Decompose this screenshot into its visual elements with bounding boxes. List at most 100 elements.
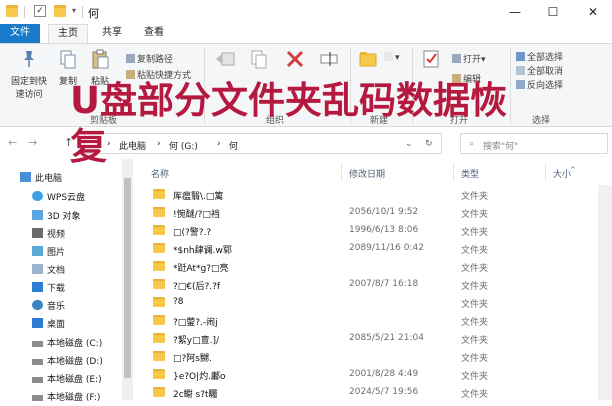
file-type: 文件夹 (461, 246, 489, 256)
file-row[interactable]: }e?O|灼.鄘o 2001/8/28 4:49 文件夹 (133, 365, 612, 384)
file-name: 2c鳚 s?t矚 (173, 390, 218, 400)
nav-item-label: 本地磁盘 (F:) (47, 393, 101, 403)
file-name: *跹At*g?□亮 (173, 264, 229, 274)
nav-item-drive-c[interactable]: 本地磁盘 (C:) (32, 336, 102, 352)
file-date: 2001/8/28 4:49 (349, 369, 419, 379)
file-row[interactable]: *跹At*g?□亮 文件夹 (133, 257, 612, 276)
new-folder-button[interactable] (356, 48, 380, 74)
delete-icon (286, 50, 304, 68)
file-type: 文件夹 (461, 300, 489, 310)
file-row[interactable]: 厍瘟翳\.□篱 文件夹 (133, 185, 612, 204)
overlay-line-1: U盘部分文件夹乱码数据恢 (70, 79, 508, 122)
forward-button[interactable]: → (28, 136, 37, 149)
nav-pane-scrollbar-thumb[interactable] (124, 178, 131, 378)
minimize-button[interactable]: — (496, 0, 534, 24)
back-button[interactable]: ← (8, 136, 17, 149)
overlay-headline: U盘部分文件夹乱码数据恢 复 (70, 78, 590, 170)
folder-icon (153, 279, 165, 289)
pin-icon (24, 51, 34, 67)
file-date: 2056/10/1 9:52 (349, 207, 419, 217)
nav-item-documents[interactable]: 文档 (32, 263, 65, 279)
properties-icon[interactable]: ✓ (34, 5, 46, 17)
file-row[interactable]: □?阿s嬲. 文件夹 (133, 347, 612, 366)
pin-to-quick-access-button[interactable]: 固定到快 速访问 (8, 48, 50, 100)
copy-path-label: 复制路径 (137, 55, 174, 65)
file-row[interactable]: ?□蓥?.-闹j 文件夹 (133, 311, 612, 330)
nav-item-music[interactable]: 音乐 (32, 299, 65, 315)
select-none-icon (516, 66, 525, 75)
rename-icon (320, 52, 338, 66)
nav-item-drive-e[interactable]: 本地磁盘 (E:) (32, 372, 102, 388)
properties-button[interactable] (418, 48, 444, 74)
file-row[interactable]: !惋醚/?□裆 2056/10/1 9:52 文件夹 (133, 203, 612, 222)
tab-view[interactable]: 查看 (134, 24, 174, 43)
open-dropdown-icon: ▾ (481, 55, 486, 65)
nav-item-wps-cloud[interactable]: WPS云盘 (32, 190, 85, 206)
drive-icon (32, 377, 43, 383)
picture-icon (32, 246, 43, 256)
nav-item-videos[interactable]: 视频 (32, 227, 65, 243)
nav-item-label: 本地磁盘 (D:) (47, 357, 103, 367)
nav-item-label: 图片 (47, 248, 66, 258)
file-date: 2024/5/7 19:56 (349, 387, 419, 397)
copy-path-button[interactable]: 复制路径 (126, 52, 173, 65)
nav-item-pictures[interactable]: 图片 (32, 245, 65, 261)
quick-access-dropdown-icon[interactable]: ▾ (72, 6, 76, 15)
folder-icon (153, 387, 165, 397)
folder-icon (153, 207, 165, 217)
new-item-icon (384, 52, 393, 61)
maximize-button[interactable]: ☐ (534, 0, 572, 24)
select-all-icon (516, 52, 525, 61)
file-list-scrollbar[interactable] (598, 185, 612, 400)
select-none-label: 全部取消 (527, 67, 564, 77)
pin-label-line1: 固定到快 (10, 77, 47, 87)
copy-to-button[interactable] (246, 48, 272, 74)
cube-icon (32, 210, 43, 220)
folder-icon (153, 261, 165, 271)
tab-home[interactable]: 主页 (48, 24, 88, 43)
file-row[interactable]: ?絜y□亶.]/ 2085/5/21 21:04 文件夹 (133, 329, 612, 348)
file-type: 文件夹 (461, 372, 489, 382)
folder-icon (153, 333, 165, 343)
file-row[interactable]: *$nh肆谰.w郓 2089/11/16 0:42 文件夹 (133, 239, 612, 258)
overlay-line-2: 复 (70, 125, 107, 168)
new-folder-icon[interactable] (54, 5, 66, 17)
new-item-button[interactable]: ▾ (384, 52, 400, 63)
select-all-button[interactable]: 全部选择 (516, 50, 563, 63)
file-explorer-window: ✓ ▾ 何 — ☐ ✕ 文件 主页 共享 查看 固定到快 速访问 复制 粘贴 复… (0, 0, 612, 403)
select-none-button[interactable]: 全部取消 (516, 64, 563, 77)
nav-item-label: 下载 (47, 284, 66, 294)
nav-item-this-pc[interactable]: 此电脑 (20, 171, 62, 187)
drive-icon (32, 341, 43, 347)
file-row[interactable]: ?□€(后?.?f 2007/8/7 16:18 文件夹 (133, 275, 612, 294)
folder-icon (153, 225, 165, 235)
ribbon-tabs: 文件 主页 共享 查看 (0, 24, 612, 43)
nav-item-3d-objects[interactable]: 3D 对象 (32, 209, 81, 225)
title-separator (24, 6, 25, 18)
rename-button[interactable] (316, 48, 342, 74)
tab-file[interactable]: 文件 (0, 24, 40, 43)
nav-item-label: 本地磁盘 (C:) (47, 339, 103, 349)
nav-item-drive-d[interactable]: 本地磁盘 (D:) (32, 354, 103, 370)
file-name: !惋醚/?□裆 (173, 210, 220, 220)
file-row[interactable]: □(?警?.? 1996/6/13 8:06 文件夹 (133, 221, 612, 240)
nav-item-label: 音乐 (47, 302, 66, 312)
close-button[interactable]: ✕ (574, 0, 612, 24)
file-type: 文件夹 (461, 318, 489, 328)
move-to-button[interactable] (212, 48, 238, 74)
paste-icon (92, 49, 109, 69)
tab-share[interactable]: 共享 (92, 24, 132, 43)
nav-item-desktop[interactable]: 桌面 (32, 317, 65, 333)
file-type: 文件夹 (461, 354, 489, 364)
file-name: □?阿s嬲. (173, 354, 212, 364)
nav-item-drive-f[interactable]: 本地磁盘 (F:) (32, 390, 100, 406)
nav-item-label: 本地磁盘 (E:) (47, 375, 102, 385)
delete-button[interactable] (282, 48, 308, 74)
open-button[interactable]: 打开▾ (452, 52, 486, 65)
nav-item-downloads[interactable]: 下载 (32, 281, 65, 297)
file-row[interactable]: 2c鳚 s?t矚 2024/5/7 19:56 文件夹 (133, 383, 612, 402)
file-type: 文件夹 (461, 192, 489, 202)
file-row[interactable]: ?8 文件夹 (133, 293, 612, 312)
drive-icon (32, 359, 43, 365)
file-name: ?絜y□亶.]/ (173, 336, 220, 346)
